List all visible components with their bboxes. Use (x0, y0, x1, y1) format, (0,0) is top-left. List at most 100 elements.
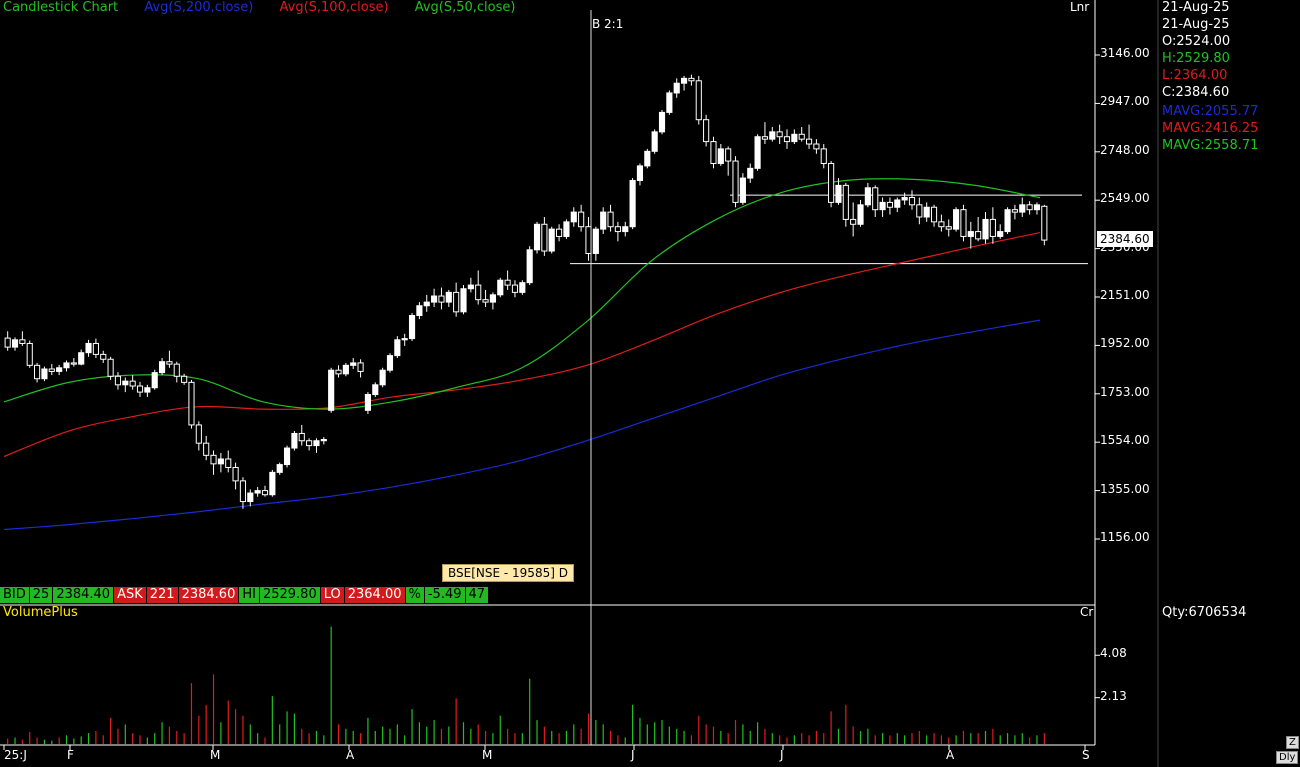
hi-label: HI (239, 587, 260, 603)
candle-body-down (129, 380, 136, 387)
candle-body-down (504, 279, 511, 286)
candle (798, 126, 805, 142)
periodicity-button[interactable]: Dly (1276, 751, 1299, 764)
candle (70, 358, 77, 367)
candle-body-up (144, 387, 151, 393)
ask-price: 2384.60 (178, 587, 240, 603)
candle-body-down (166, 361, 173, 365)
y-tick-label: 1554.00 (1100, 433, 1150, 448)
candle (923, 202, 930, 222)
candle (666, 90, 673, 115)
y-tick-label: 2549.00 (1100, 191, 1150, 206)
candle-body-down (225, 458, 232, 468)
pct-value: -5.49 (424, 587, 466, 603)
candle (953, 207, 960, 232)
candle (306, 438, 313, 451)
x-tick-label: J (631, 748, 635, 762)
candle-body-up (747, 167, 754, 179)
candle (239, 477, 247, 509)
candle (607, 204, 614, 232)
y-tick-label: 2748.00 (1100, 142, 1150, 157)
x-tick-label: 25:J (4, 748, 27, 762)
candle-body-up (636, 165, 644, 181)
legend-ma50[interactable]: Avg(S,50,close) (415, 0, 516, 15)
candle (805, 124, 813, 149)
candle-body-down (798, 133, 805, 140)
candle-body-down (908, 197, 916, 206)
hi-value: 2529.80 (259, 587, 321, 603)
candle (100, 350, 107, 363)
zoom-button[interactable]: Z (1286, 736, 1299, 749)
y-tick-label: 3146.00 (1100, 46, 1150, 60)
x-tick-label: S (1082, 748, 1090, 762)
candle-body-down (438, 295, 445, 303)
candle-body-down (761, 136, 769, 140)
candle (41, 366, 48, 382)
candle-body-down (820, 148, 827, 164)
candle (725, 146, 732, 176)
candle-body-up (879, 201, 886, 211)
candle-body-down (828, 162, 835, 203)
candle-body-down (916, 204, 923, 218)
candle (541, 216, 548, 256)
candle-body-up (431, 295, 438, 303)
candle (938, 214, 945, 232)
candle (11, 337, 19, 351)
candle (195, 421, 202, 451)
candle-body-up (1004, 209, 1011, 233)
candle-body-down (181, 375, 188, 383)
candle-body-up (1033, 204, 1041, 211)
bid-price: 2384.40 (53, 587, 115, 603)
candle-body-up (570, 211, 577, 223)
legend-ma200[interactable]: Avg(S,200,close) (144, 0, 253, 15)
scale-mode-toggle[interactable]: Lnr (1070, 0, 1089, 14)
candle (247, 489, 254, 507)
candle (151, 369, 158, 390)
candle (225, 450, 232, 473)
candle-body-up (151, 372, 158, 389)
candle (791, 129, 798, 145)
candle-body-down (4, 337, 11, 348)
candle (283, 445, 291, 468)
candle (482, 289, 489, 307)
quote-bar: BID 25 2384.40 ASK 221 2384.60 HI 2529.8… (0, 587, 490, 603)
candle-body-down (107, 358, 114, 377)
candle-body-up (394, 339, 401, 357)
legend-ma100[interactable]: Avg(S,100,close) (280, 0, 389, 15)
candle-body-up (78, 352, 85, 365)
candle-body-up (526, 249, 533, 284)
candle (975, 216, 982, 242)
candle-body-up (769, 131, 776, 140)
candle (416, 302, 423, 320)
last-price-marker: 2384.60 (1097, 231, 1153, 247)
candle (967, 221, 974, 249)
candle (673, 78, 680, 98)
candle-body-down (585, 226, 592, 254)
candle (431, 288, 438, 307)
candle-body-down (92, 342, 99, 355)
candle (467, 277, 474, 293)
lo-value: 2364.00 (344, 587, 406, 603)
x-tick-label: A (346, 748, 355, 762)
candle (261, 485, 269, 497)
candle-body-down (1026, 204, 1033, 211)
candle (886, 197, 894, 215)
candle-body-up (857, 204, 864, 225)
ma100-line (3, 231, 1041, 458)
candle-body-up (835, 184, 842, 203)
candle-body-down (100, 353, 107, 360)
candle (636, 163, 644, 186)
candle-body-up (644, 150, 651, 167)
candle (769, 126, 776, 142)
high-value: H:2529.80 (1162, 51, 1230, 66)
candle-body-down (813, 143, 820, 150)
candle (269, 469, 276, 497)
candle (872, 185, 879, 217)
candle-body-up (982, 218, 989, 240)
candle-body-down (710, 141, 717, 164)
candle (710, 136, 717, 169)
bid-label: BID (0, 587, 30, 603)
y-tick-label: 2947.00 (1100, 94, 1150, 109)
candle-body-down (703, 119, 710, 143)
candle-body-up (953, 209, 960, 230)
